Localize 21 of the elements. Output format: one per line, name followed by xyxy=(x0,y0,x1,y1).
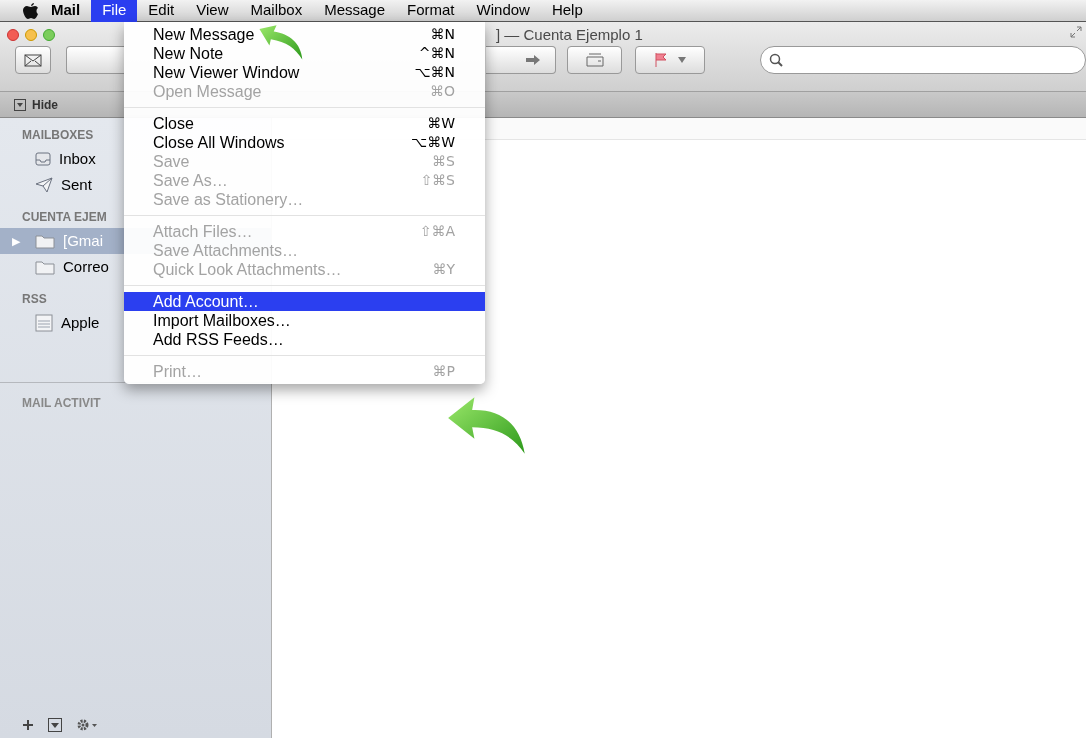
sidebar-item-label: Correo xyxy=(63,256,109,277)
sidebar-item-label: Sent xyxy=(61,174,92,195)
shortcut-label: ⌘O xyxy=(429,82,455,101)
sidebar-heading: CUENTA EJEM xyxy=(22,209,107,226)
shortcut-label: ⌘Y xyxy=(432,260,455,279)
shortcut-label: ⌘N xyxy=(430,25,455,44)
sidebar-item-label: Apple xyxy=(61,312,100,333)
sidebar-item-label: [Gmai xyxy=(63,230,103,251)
shortcut-label: ⌥⌘W xyxy=(411,133,455,152)
sidebar-item-label: Inbox xyxy=(59,148,96,169)
shortcut-label: ⇧⌘A xyxy=(419,222,455,241)
sidebar-heading: MAILBOXES xyxy=(22,127,94,144)
window-title: ] — Cuenta Ejemplo 1 xyxy=(496,25,643,45)
shortcut-label: ⇧⌘S xyxy=(420,171,455,190)
sidebar-heading: MAIL ACTIVIT xyxy=(22,396,101,410)
shortcut-label: ⌘P xyxy=(432,362,455,381)
sidebar-heading: RSS xyxy=(22,291,47,308)
shortcut-label: ⌘W xyxy=(427,114,455,133)
shortcut-label: ⌘S xyxy=(432,152,455,171)
shortcut-label: ^⌘N xyxy=(418,44,455,63)
shortcut-label: ⌥⌘N xyxy=(414,63,455,82)
